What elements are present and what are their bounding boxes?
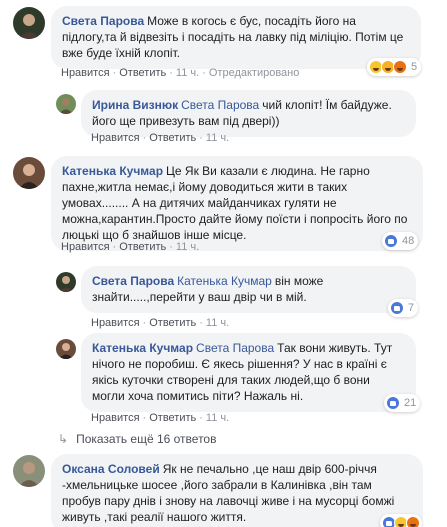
reply-button[interactable]: Ответить: [149, 412, 196, 424]
reaction-count: 7: [408, 302, 415, 314]
reply-button[interactable]: Ответить: [119, 67, 166, 79]
avatar[interactable]: [56, 94, 76, 114]
comment-bubble: Оксана Соловей Як не печально ,це наш дві…: [51, 454, 423, 527]
comment-author[interactable]: Света Парова: [92, 274, 174, 288]
like-button[interactable]: Нравится: [91, 317, 140, 329]
profile-photo-icon: [56, 339, 76, 359]
comment-bubble: Катенька Кучмар Света Парова Так вони живу…: [81, 333, 416, 412]
comment-actions: Нравится · Ответить · 11 ч.: [91, 317, 230, 329]
comment-actions: Нравится · Ответить · 11 ч.: [91, 132, 230, 144]
edited-label[interactable]: Отредактировано: [209, 67, 300, 79]
show-more-replies-link[interactable]: ↳ Показать ещё 16 ответов: [58, 432, 216, 446]
reply-button[interactable]: Ответить: [119, 241, 166, 253]
reactions-summary[interactable]: [380, 514, 422, 527]
comment-time[interactable]: 11 ч.: [206, 412, 229, 424]
profile-photo-icon: [13, 157, 45, 189]
reactions-summary[interactable]: 21: [384, 394, 421, 412]
reaction-count: 48: [402, 235, 415, 247]
comment-mention[interactable]: Света Парова: [181, 98, 259, 112]
profile-photo-icon: [13, 7, 45, 39]
comment-author[interactable]: Ирина Визнюк: [92, 98, 178, 112]
comment-time[interactable]: 11 ч.: [206, 317, 229, 329]
avatar[interactable]: [56, 339, 76, 359]
show-more-replies-label: Показать ещё 16 ответов: [76, 432, 217, 446]
like-reaction-icon: [386, 396, 400, 410]
angry-reaction-icon: [393, 60, 407, 74]
profile-photo-icon: [56, 94, 76, 114]
comment-time[interactable]: 11 ч.: [176, 241, 199, 253]
comment-author[interactable]: Катенька Кучмар: [92, 341, 193, 355]
reactions-summary[interactable]: 7: [388, 299, 419, 317]
like-reaction-icon: [384, 234, 398, 248]
reply-button[interactable]: Ответить: [149, 317, 196, 329]
comment-bubble: Катенька Кучмар Це Як Ви казали є людина.…: [51, 156, 423, 251]
like-button[interactable]: Нравится: [91, 412, 140, 424]
reply-arrow-icon: ↳: [58, 432, 69, 446]
comment-actions: Нравится · Ответить · 11 ч. · Отредактировано: [61, 67, 300, 79]
comment-actions: Нравится · Ответить · 11 ч.: [61, 241, 200, 253]
comment-time[interactable]: 11 ч.: [206, 132, 229, 144]
comment-mention[interactable]: Света Парова: [196, 341, 274, 355]
comment-bubble: Света Парова Катенька Кучмар він може знай…: [81, 266, 416, 313]
reactions-summary[interactable]: 5: [367, 58, 422, 76]
comment-author[interactable]: Оксана Соловей: [62, 462, 160, 476]
reactions-summary[interactable]: 48: [382, 232, 419, 250]
like-button[interactable]: Нравится: [61, 241, 110, 253]
comment-time[interactable]: 11 ч.: [176, 67, 199, 79]
reaction-count: 5: [411, 61, 418, 73]
avatar[interactable]: [13, 455, 45, 487]
like-button[interactable]: Нравится: [61, 67, 110, 79]
avatar[interactable]: [13, 7, 45, 39]
comment-actions: Нравится · Ответить · 11 ч.: [91, 412, 230, 424]
profile-photo-icon: [56, 272, 76, 292]
avatar[interactable]: [56, 272, 76, 292]
angry-reaction-icon: [406, 516, 420, 527]
comment-author[interactable]: Катенька Кучмар: [62, 164, 163, 178]
comment-mention[interactable]: Катенька Кучмар: [177, 274, 272, 288]
comment-bubble: Ирина Визнюк Света Парова чий клопіт! Їм б…: [81, 90, 416, 137]
like-reaction-icon: [390, 301, 404, 315]
comment-bubble: Света Парова Може в когось є бус, посадіт…: [51, 6, 421, 69]
avatar[interactable]: [13, 157, 45, 189]
reply-button[interactable]: Ответить: [149, 132, 196, 144]
reaction-count: 21: [404, 397, 417, 409]
like-button[interactable]: Нравится: [91, 132, 140, 144]
comment-author[interactable]: Света Парова: [62, 14, 144, 28]
profile-photo-icon: [13, 455, 45, 487]
